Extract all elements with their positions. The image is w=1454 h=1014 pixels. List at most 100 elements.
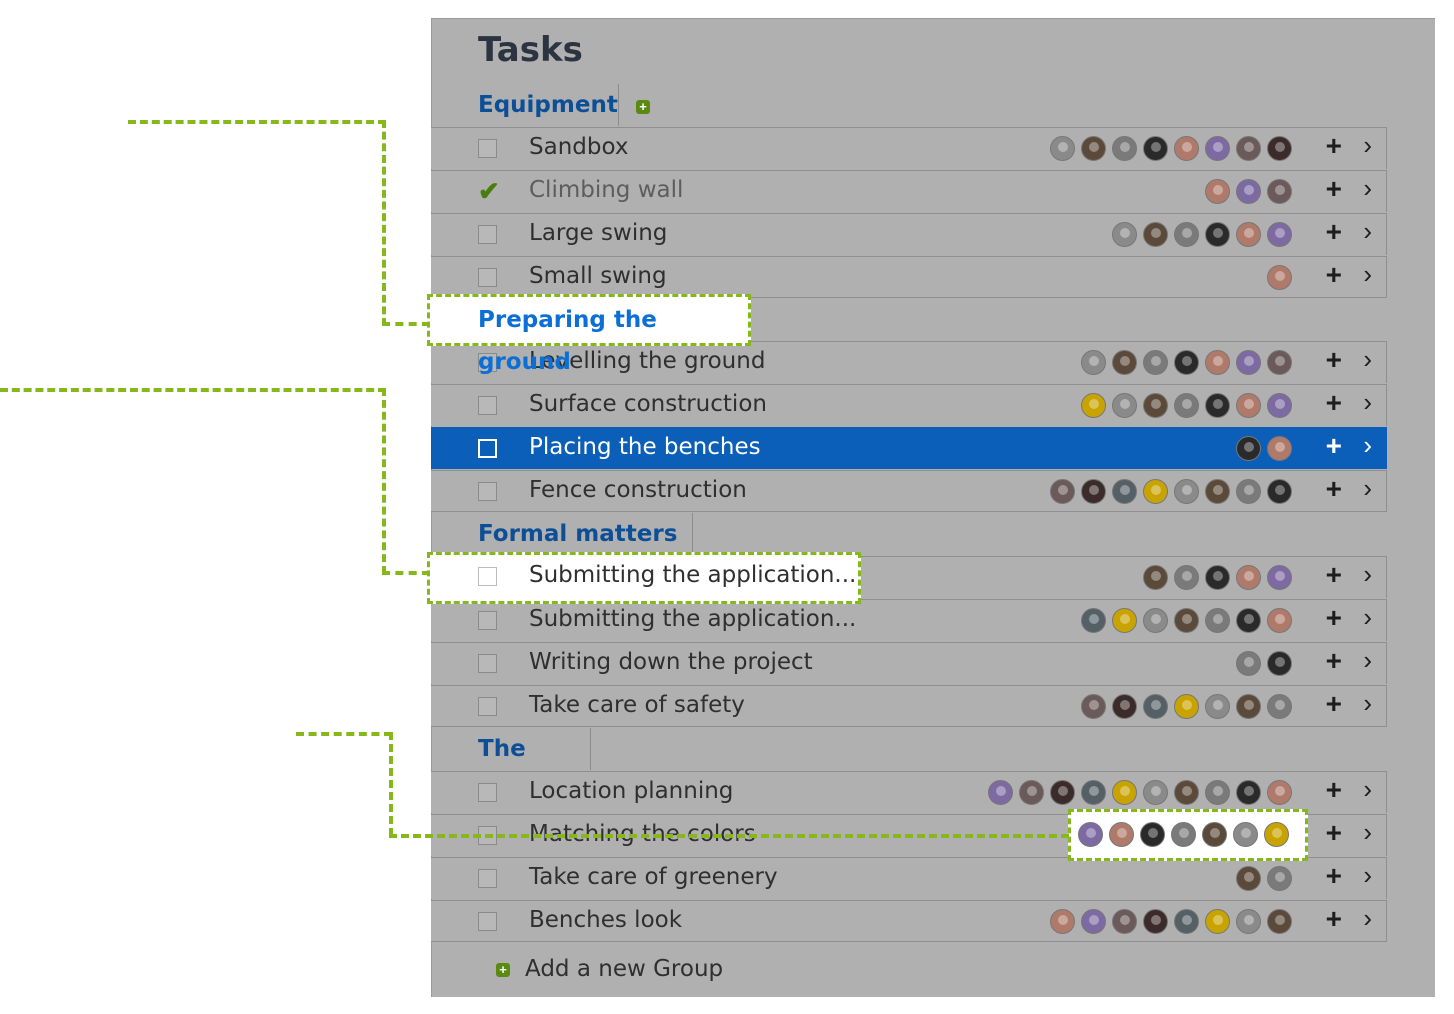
avatar[interactable] <box>1081 909 1106 934</box>
avatar[interactable] <box>1174 350 1199 375</box>
avatar[interactable] <box>1267 651 1292 676</box>
avatar[interactable] <box>1264 822 1289 847</box>
task-name[interactable]: Fence construction <box>529 477 747 503</box>
avatar[interactable] <box>1267 608 1292 633</box>
plus-icon[interactable]: + <box>1326 344 1342 376</box>
plus-icon[interactable]: + <box>1326 903 1342 935</box>
avatar[interactable] <box>1143 608 1168 633</box>
avatar[interactable] <box>1143 350 1168 375</box>
avatar[interactable] <box>1236 222 1261 247</box>
avatar[interactable] <box>1236 179 1261 204</box>
avatar[interactable] <box>1267 222 1292 247</box>
avatar[interactable] <box>1174 136 1199 161</box>
task-name[interactable]: Submitting the application... <box>529 606 856 632</box>
plus-icon[interactable]: + <box>1326 860 1342 892</box>
avatar[interactable] <box>1171 822 1196 847</box>
plus-icon[interactable]: + <box>1326 645 1342 677</box>
task-name-highlighted[interactable]: Submitting the application... <box>529 562 856 588</box>
avatar[interactable] <box>1205 222 1230 247</box>
avatar[interactable] <box>1174 909 1199 934</box>
avatar[interactable] <box>1081 393 1106 418</box>
task-checkbox[interactable] <box>478 439 497 458</box>
task-checkbox[interactable] <box>478 567 497 586</box>
avatar[interactable] <box>1205 608 1230 633</box>
avatar[interactable] <box>1174 479 1199 504</box>
avatar[interactable] <box>1205 565 1230 590</box>
task-name[interactable]: Surface construction <box>529 391 767 417</box>
avatar[interactable] <box>1236 350 1261 375</box>
chevron-right-icon[interactable]: › <box>1363 645 1372 676</box>
task-row[interactable]: Surface construction + › <box>431 384 1387 426</box>
task-name[interactable]: Writing down the project <box>529 649 813 675</box>
avatar[interactable] <box>1050 780 1075 805</box>
chevron-right-icon[interactable]: › <box>1363 559 1372 590</box>
task-name[interactable]: Climbing wall <box>529 177 683 203</box>
plus-icon[interactable]: + <box>1326 602 1342 634</box>
task-row[interactable]: Levelling the ground + › <box>431 341 1387 383</box>
task-row[interactable]: Location planning + › <box>431 771 1387 813</box>
avatar[interactable] <box>1236 866 1261 891</box>
task-name[interactable]: Placing the benches <box>529 434 761 460</box>
task-row[interactable]: Placing the benches + › <box>431 427 1387 469</box>
avatar[interactable] <box>1267 393 1292 418</box>
chevron-right-icon[interactable]: › <box>1363 130 1372 161</box>
task-name[interactable]: Location planning <box>529 778 733 804</box>
avatar[interactable] <box>1143 909 1168 934</box>
plus-icon[interactable]: + <box>1326 216 1342 248</box>
chevron-right-icon[interactable]: › <box>1363 774 1372 805</box>
task-name[interactable]: Take care of safety <box>529 692 745 718</box>
avatar[interactable] <box>1233 822 1258 847</box>
avatar[interactable] <box>1236 694 1261 719</box>
avatar[interactable] <box>1112 136 1137 161</box>
avatar[interactable] <box>1081 479 1106 504</box>
avatar[interactable] <box>1236 479 1261 504</box>
add-task-to-group-icon[interactable]: + <box>636 100 650 114</box>
avatar[interactable] <box>1112 479 1137 504</box>
avatar[interactable] <box>1205 393 1230 418</box>
plus-icon[interactable]: + <box>1326 173 1342 205</box>
avatar[interactable] <box>1205 909 1230 934</box>
chevron-right-icon[interactable]: › <box>1363 173 1372 204</box>
task-row[interactable]: Sandbox + › <box>431 127 1387 169</box>
avatar[interactable] <box>1205 136 1230 161</box>
plus-icon[interactable]: + <box>1326 688 1342 720</box>
avatar[interactable] <box>1205 694 1230 719</box>
avatar[interactable] <box>1081 350 1106 375</box>
avatar[interactable] <box>1143 694 1168 719</box>
task-checkbox[interactable] <box>478 783 497 802</box>
avatar[interactable] <box>1050 909 1075 934</box>
chevron-right-icon[interactable]: › <box>1363 688 1372 719</box>
avatar[interactable] <box>1174 608 1199 633</box>
avatar[interactable] <box>1267 179 1292 204</box>
task-name[interactable]: Benches look <box>529 907 682 933</box>
avatar[interactable] <box>1236 651 1261 676</box>
chevron-right-icon[interactable]: › <box>1363 344 1372 375</box>
avatar[interactable] <box>1236 136 1261 161</box>
avatar[interactable] <box>1081 608 1106 633</box>
avatar[interactable] <box>1143 780 1168 805</box>
avatar[interactable] <box>1050 136 1075 161</box>
avatar[interactable] <box>1174 565 1199 590</box>
avatar[interactable] <box>1205 350 1230 375</box>
task-checkbox[interactable] <box>478 611 497 630</box>
add-group-icon[interactable]: + <box>496 963 510 977</box>
task-row[interactable]: Large swing + › <box>431 213 1387 255</box>
avatar[interactable] <box>1174 393 1199 418</box>
add-group-button[interactable]: Add a new Group <box>525 956 723 982</box>
task-checkbox[interactable] <box>478 268 497 287</box>
task-row[interactable]: Submitting the application... + › <box>431 599 1387 641</box>
group-header[interactable]: Formal matters <box>431 513 693 555</box>
avatar[interactable] <box>1143 479 1168 504</box>
avatar[interactable] <box>988 780 1013 805</box>
avatar[interactable] <box>1112 694 1137 719</box>
avatar[interactable] <box>1174 222 1199 247</box>
avatar[interactable] <box>1267 136 1292 161</box>
check-icon[interactable]: ✔ <box>478 176 500 207</box>
task-row[interactable]: Fence construction + › <box>431 470 1387 512</box>
avatar[interactable] <box>1143 136 1168 161</box>
task-row[interactable]: Small swing + › <box>431 256 1387 298</box>
avatar[interactable] <box>1236 565 1261 590</box>
task-row[interactable]: ✔ Climbing wall + › <box>431 170 1387 212</box>
plus-icon[interactable]: + <box>1326 430 1342 462</box>
task-checkbox[interactable] <box>478 654 497 673</box>
